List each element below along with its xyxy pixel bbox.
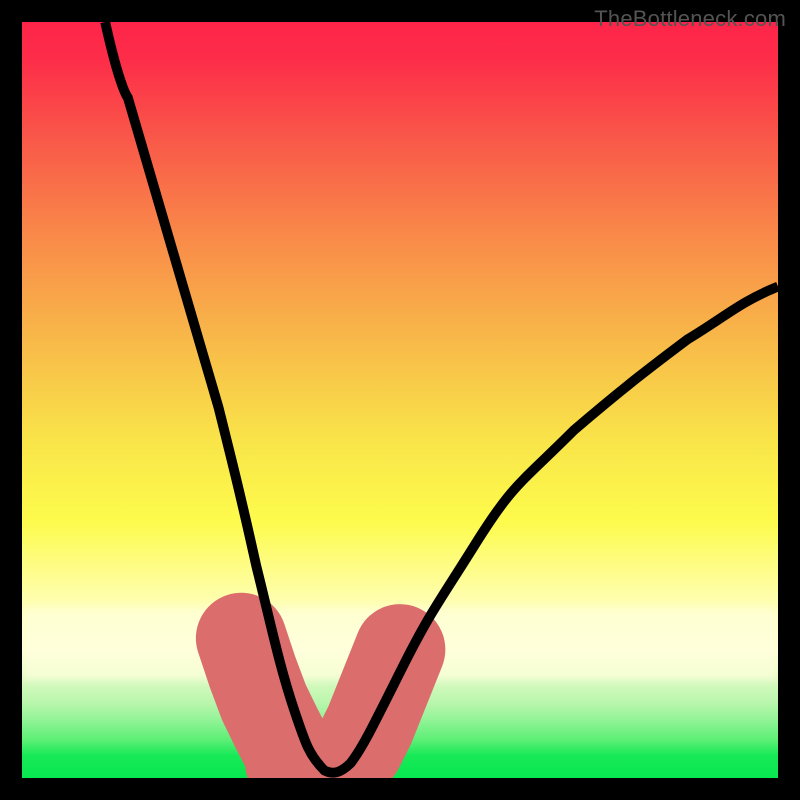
chart-area (22, 22, 778, 778)
curve-svg (22, 22, 778, 778)
watermark: TheBottleneck.com (594, 6, 786, 32)
